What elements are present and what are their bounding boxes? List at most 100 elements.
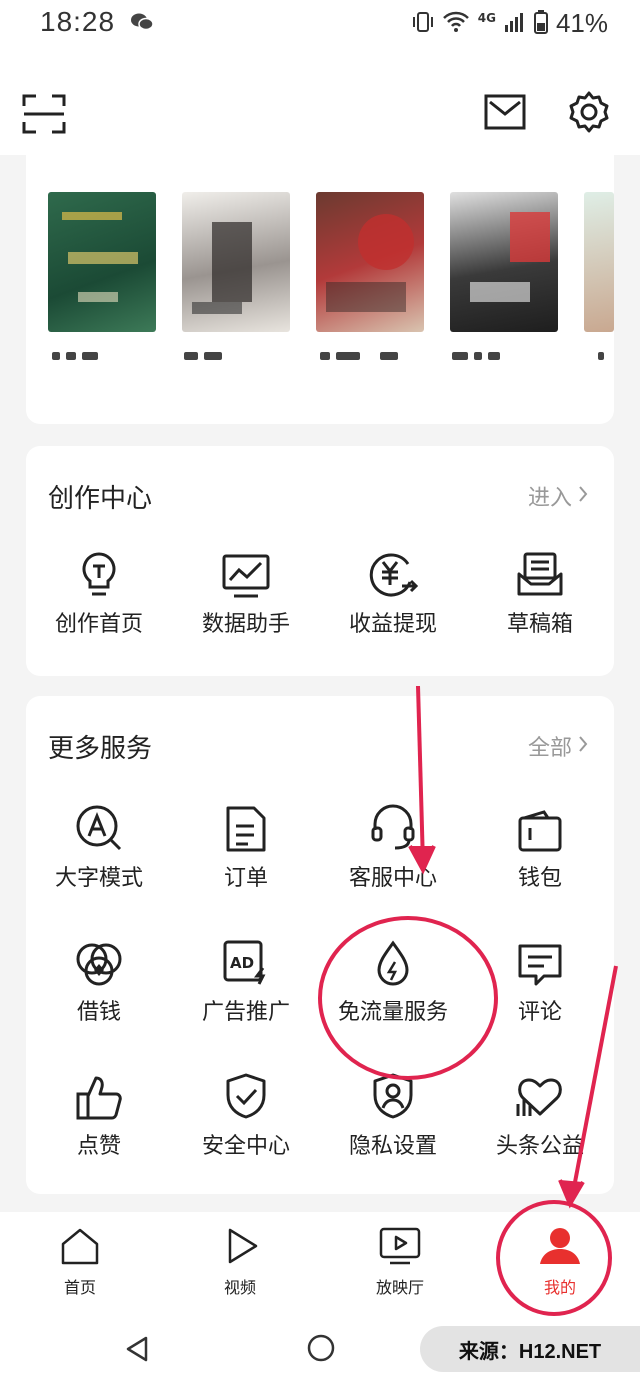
mail-icon[interactable] [484,94,526,134]
more-services-card: 更多服务 全部 大字模式 订单 客服中心 钱包 借钱 AD 广告推广 免流量服务… [26,696,614,1194]
book-cover[interactable] [48,192,156,332]
creator-item-label: 数据助手 [201,612,290,637]
status-time: 18:28 [40,6,116,37]
wallet-icon [467,800,613,852]
more-services-all[interactable]: 全部 [528,730,588,762]
draft-box-item[interactable]: 草稿箱 [467,546,613,638]
loan-icon [26,934,172,986]
chart-monitor-icon [173,546,319,598]
service-item-label: 借钱 [76,1000,121,1025]
service-item-label: 钱包 [517,866,562,891]
recent-books-card [26,150,614,424]
book-cover[interactable] [450,192,558,332]
drop-icon [320,934,466,986]
privacy-settings-item[interactable]: 隐私设置 [320,1068,466,1160]
tab-label: 放映厅 [375,1278,424,1297]
privacy-icon [320,1068,466,1120]
service-item-label: 隐私设置 [348,1134,437,1159]
svg-text:AD: AD [230,954,254,972]
book-cover[interactable] [584,192,614,332]
book-title [52,345,104,369]
book-cover[interactable] [182,192,290,332]
service-item-label: 安全中心 [201,1134,290,1159]
book-title [320,345,404,369]
creator-home-item[interactable]: 创作首页 [26,546,172,638]
vibrate-icon [412,10,434,38]
charity-item[interactable]: 头条公益 [467,1068,613,1160]
creator-item-label: 收益提现 [348,612,437,637]
order-item[interactable]: 订单 [173,800,319,892]
service-item-label: 头条公益 [495,1134,584,1159]
bulb-icon [26,546,172,598]
creator-item-label: 创作首页 [54,612,143,637]
security-center-item[interactable]: 安全中心 [173,1068,319,1160]
service-item-label: 大字模式 [54,866,143,891]
scan-icon[interactable] [22,94,66,138]
play-icon [220,1228,260,1270]
book-title [452,345,506,369]
watermark-source: 来源：H12.NET [420,1326,640,1372]
creator-center-enter[interactable]: 进入 [528,480,588,512]
loan-item[interactable]: 借钱 [26,934,172,1026]
creator-center-title: 创作中心 [48,484,153,514]
shield-check-icon [173,1068,319,1120]
book-title [598,345,610,369]
large-font-icon [26,800,172,852]
battery-icon [533,9,548,38]
customer-service-item[interactable]: 客服中心 [320,800,466,892]
wallet-item[interactable]: 钱包 [467,800,613,892]
status-indicators: 4G 41% [412,8,608,39]
service-item-label: 客服中心 [348,866,437,891]
more-services-title: 更多服务 [48,734,153,764]
service-item-label: 评论 [517,1000,562,1025]
home-icon [60,1228,100,1270]
tab-home[interactable]: 首页 [20,1226,140,1298]
more-services-all-label: 全部 [527,736,572,761]
creator-item-label: 草稿箱 [506,612,573,637]
data-assistant-item[interactable]: 数据助手 [173,546,319,638]
signal-icon [504,11,526,37]
book-cover[interactable] [316,192,424,332]
wechat-notification-icon [130,12,154,36]
service-item-label: 订单 [223,866,268,891]
chevron-right-icon [578,484,588,509]
status-bar: 18:28 4G 41% [0,0,640,50]
comment-icon [467,934,613,986]
tab-video[interactable]: 视频 [180,1226,300,1298]
charity-icon [467,1068,613,1120]
battery-level: 41% [555,8,608,38]
yuan-withdraw-icon [320,546,466,598]
user-icon [538,1228,582,1270]
comment-item[interactable]: 评论 [467,934,613,1026]
creator-center-card: 创作中心 进入 创作首页 数据助手 收益提现 草稿箱 [26,446,614,676]
book-title [184,345,228,369]
network-type: 4G [477,10,496,25]
data-free-service-item[interactable]: 免流量服务 [320,934,466,1026]
gear-icon[interactable] [567,90,611,138]
ad-icon: AD [173,934,319,986]
tab-theater[interactable]: 放映厅 [340,1226,460,1298]
tab-label: 首页 [63,1278,96,1297]
revenue-withdraw-item[interactable]: 收益提现 [320,546,466,638]
service-item-label: 免流量服务 [337,1000,448,1025]
service-item-label: 广告推广 [201,1000,290,1025]
top-bar [0,50,640,155]
thumbs-up-icon [26,1068,172,1120]
order-icon [173,800,319,852]
headset-icon [320,800,466,852]
service-item-label: 点赞 [76,1134,121,1159]
draft-box-icon [467,546,613,598]
bottom-tab-bar: 首页 视频 放映厅 我的 [0,1212,640,1317]
tv-icon [378,1227,422,1270]
home-circle-icon[interactable] [306,1333,336,1367]
back-icon[interactable] [124,1335,150,1367]
tab-label: 视频 [223,1278,256,1297]
creator-center-enter-label: 进入 [527,486,572,511]
tab-label: 我的 [543,1278,576,1297]
large-font-mode-item[interactable]: 大字模式 [26,800,172,892]
chevron-right-icon [578,734,588,759]
ad-promotion-item[interactable]: AD 广告推广 [173,934,319,1026]
tab-mine[interactable]: 我的 [500,1226,620,1298]
wifi-icon [442,10,470,38]
likes-item[interactable]: 点赞 [26,1068,172,1160]
